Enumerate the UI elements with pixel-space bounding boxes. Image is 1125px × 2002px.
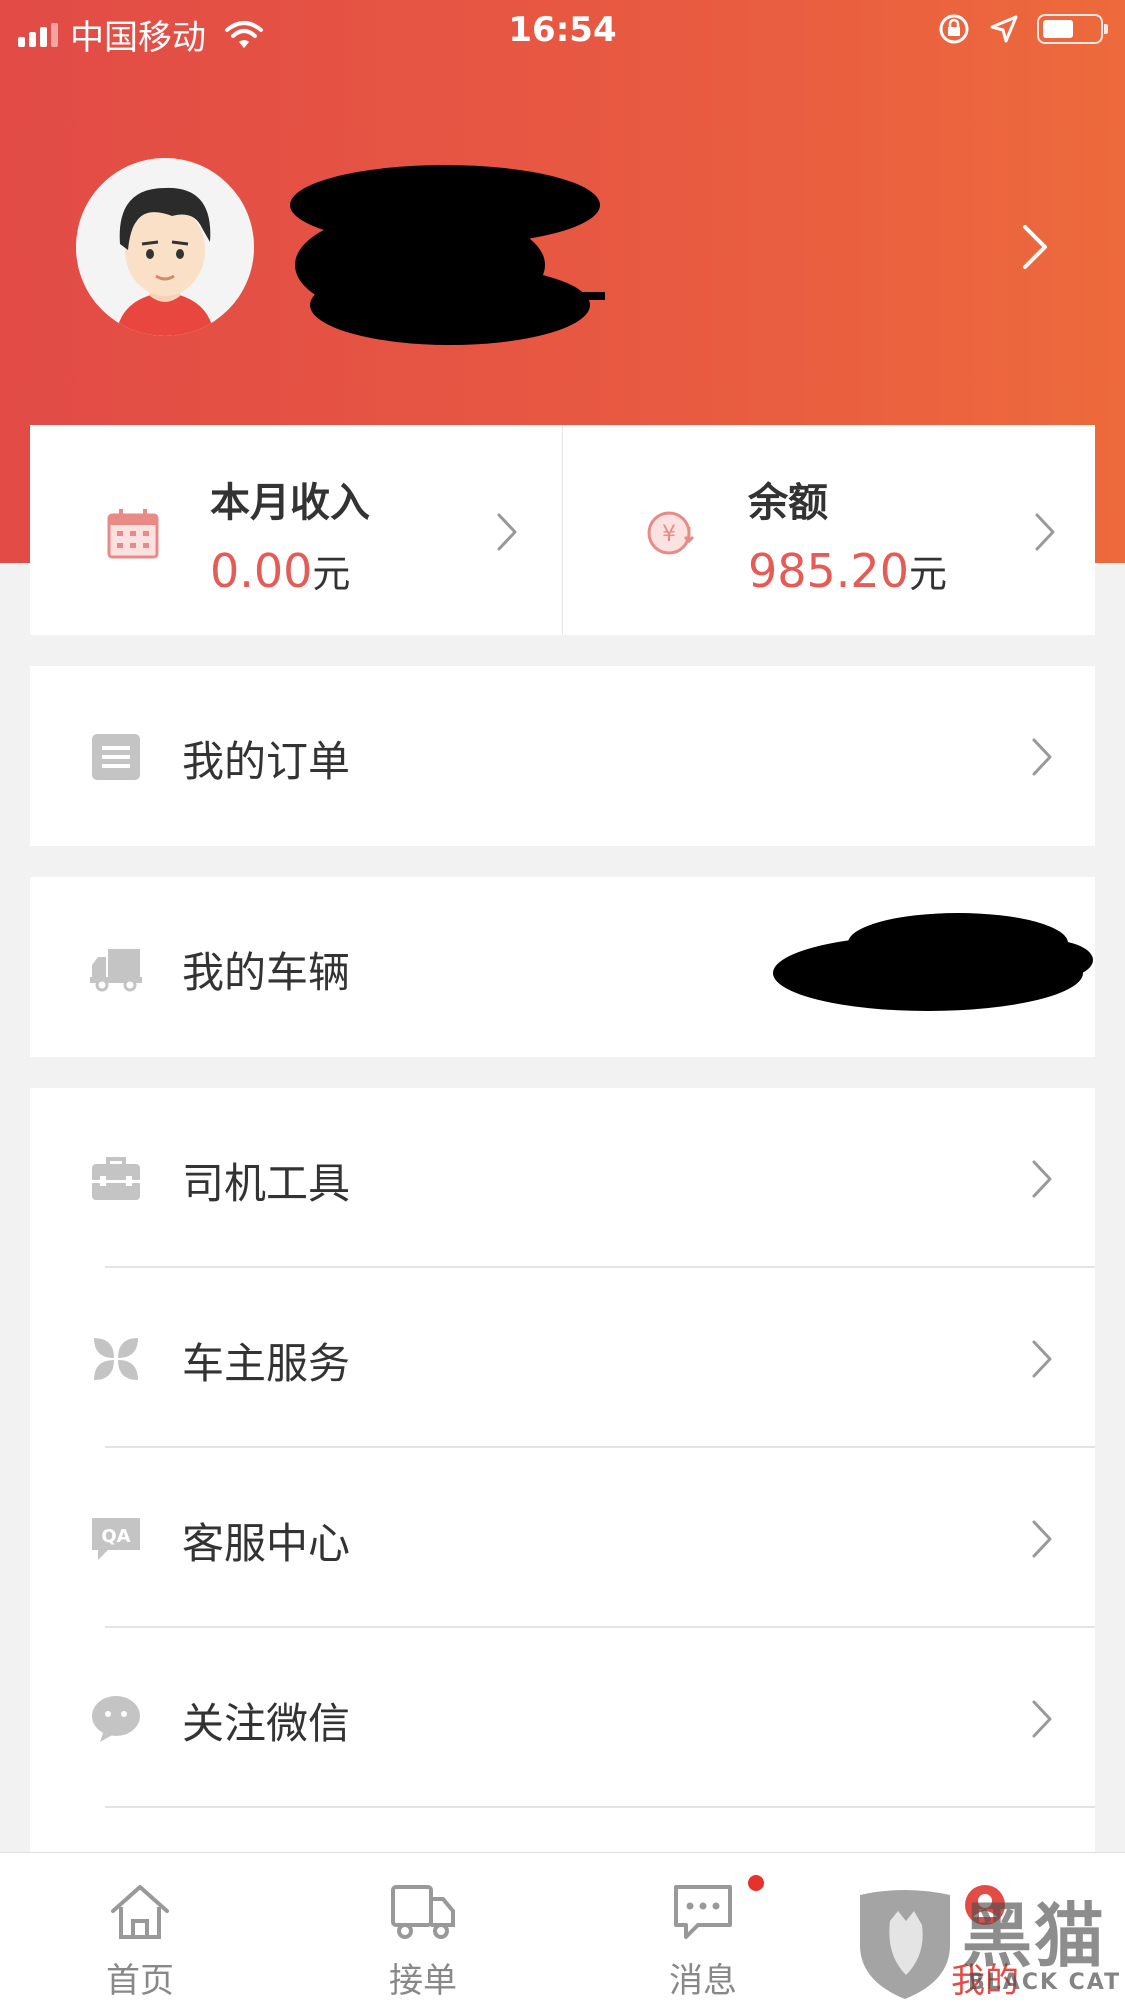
battery-icon [1037,14,1108,44]
toolbox-icon [92,1157,140,1200]
redacted-vehicle-info [773,913,1093,1011]
message-icon [674,1885,732,1939]
orders-block: 我的订单 [30,666,1095,846]
tab-orders[interactable]: 接单 [343,1853,503,2002]
yuan-coin-icon: ¥ [647,511,695,555]
watermark-subtext: BLACK CAT [968,1970,1122,1995]
menu-item-vehicle[interactable]: 我的车辆 [30,877,1095,1057]
watermark-text: 黑猫 [962,1895,1106,1977]
menu-label-tools: 司机工具 [182,1159,351,1208]
balance-cell[interactable]: ¥ 余额 985.20元 [562,425,1095,635]
tab-home[interactable]: 首页 [60,1853,220,2002]
chevron-right-icon [1032,1340,1052,1378]
chevron-right-icon [1032,738,1052,776]
monthly-income-value: 0.00元 [210,544,351,598]
menu-label-orders: 我的订单 [182,737,351,786]
wallet-card: 本月收入 0.00元 ¥ 余额 985.20元 [30,425,1095,635]
rotation-lock-icon [939,14,969,44]
avatar[interactable] [76,158,254,336]
profile-chevron-icon[interactable] [1020,222,1050,272]
calendar-icon [107,509,159,559]
chevron-right-icon [1032,1700,1052,1738]
truck-icon [90,949,142,992]
menu-label-support: 客服中心 [182,1519,351,1568]
monthly-income-cell[interactable]: 本月收入 0.00元 [30,425,562,635]
menu-item-services[interactable]: 车主服务 [30,1268,1095,1448]
location-icon [990,15,1018,43]
tab-label: 首页 [106,1961,174,2001]
divider [105,1806,1095,1808]
status-bar: 中国移动 16:54 [0,0,1125,60]
tab-label: 消息 [669,1961,737,2001]
chevron-right-icon [497,513,517,551]
menu-item-wechat[interactable]: 关注微信 [30,1628,1095,1808]
svg-text:¥: ¥ [662,522,676,547]
truck-icon [391,1885,455,1939]
monthly-income-title: 本月收入 [210,480,370,526]
watermark: 黑猫 BLACK CAT [850,1880,1125,2001]
cat-shield-icon [860,1890,950,1999]
menu-item-orders[interactable]: 我的订单 [30,666,1095,846]
tab-label: 接单 [389,1961,457,2001]
menu-item-support[interactable]: QA 客服中心 [30,1448,1095,1628]
chevron-right-icon [1032,1520,1052,1558]
order-list-icon [92,734,140,780]
avatar-icon [76,158,254,336]
vehicle-block: 我的车辆 [30,877,1095,1057]
menu-label-wechat: 关注微信 [182,1699,351,1748]
tools-block: 司机工具 车主服务 QA 客服中心 关注微信 [30,1088,1095,1852]
wechat-icon [92,1696,140,1742]
services-grid-icon [94,1338,138,1380]
redacted-name [290,165,605,345]
menu-item-tools[interactable]: 司机工具 [30,1088,1095,1268]
menu-label-services: 车主服务 [182,1339,351,1388]
unread-badge [748,1875,764,1891]
chevron-right-icon [1032,1160,1052,1198]
svg-text:QA: QA [101,1526,130,1547]
home-icon [111,1885,169,1939]
menu-label-vehicle: 我的车辆 [182,948,351,997]
qa-icon: QA [92,1518,140,1560]
balance-value: 985.20元 [748,544,947,598]
chevron-right-icon [1035,513,1055,551]
balance-title: 余额 [748,480,828,526]
